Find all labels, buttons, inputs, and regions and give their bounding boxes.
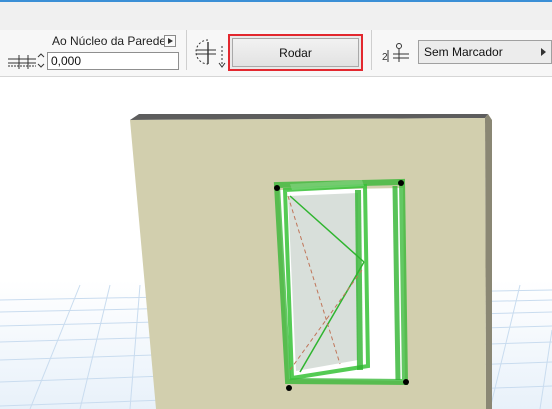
window[interactable] (273, 178, 409, 386)
3d-viewport[interactable] (0, 77, 552, 409)
anchor-menu-button[interactable] (164, 35, 176, 47)
hotspot (286, 385, 292, 391)
svg-text:2: 2 (382, 52, 388, 63)
marker-dropdown-value: Sem Marcador (424, 45, 503, 59)
rotate-button-label: Rodar (232, 38, 359, 67)
hotspot (403, 379, 409, 385)
offset-dimension-icon (8, 53, 45, 69)
hotspot (274, 185, 280, 191)
anchor-reference-label: Ao Núcleo da Parede (52, 34, 167, 48)
marker-icon[interactable]: 2 (380, 42, 412, 64)
divider (371, 30, 372, 70)
flip-side-icon[interactable] (192, 36, 226, 70)
offset-input[interactable] (47, 52, 179, 70)
rotate-button[interactable]: Rodar (228, 34, 363, 71)
hotspot (398, 180, 404, 186)
divider (186, 30, 187, 70)
marker-dropdown[interactable]: Sem Marcador (418, 40, 552, 64)
triangle-right-icon (541, 48, 546, 56)
